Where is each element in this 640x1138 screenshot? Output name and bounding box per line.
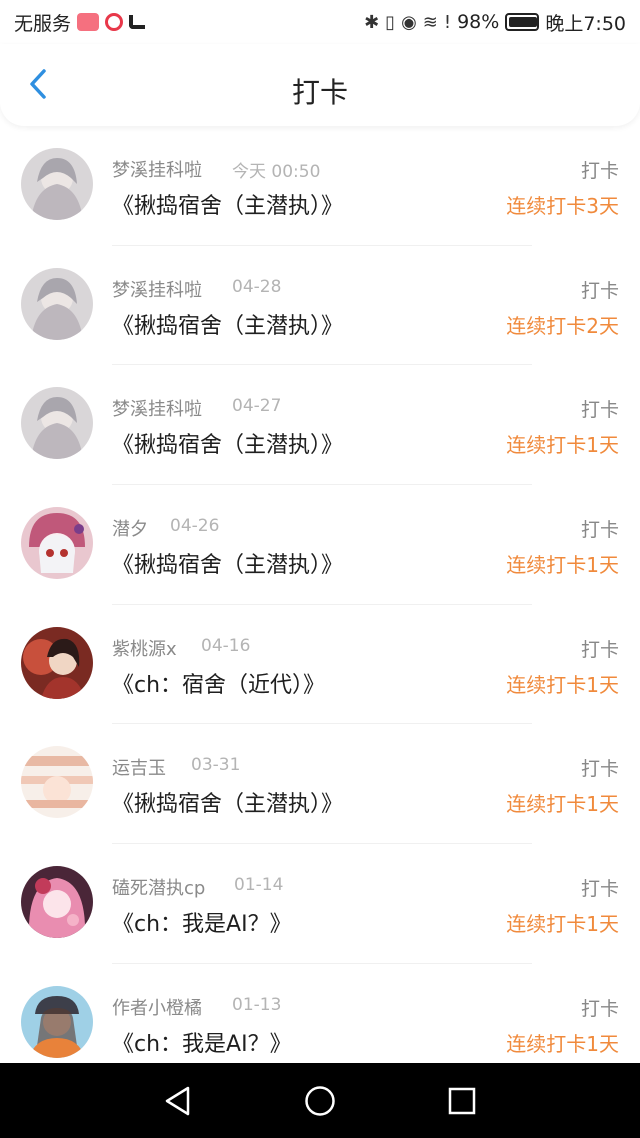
eye-comfort-icon: ◉ bbox=[401, 11, 417, 33]
username[interactable]: 作者小橙橘 bbox=[112, 994, 202, 1020]
streak-text: 连续打卡1天 bbox=[506, 433, 619, 458]
streak-text: 连续打卡1天 bbox=[506, 792, 619, 817]
app-notification-icon bbox=[129, 15, 146, 29]
list-item[interactable]: 梦溪挂科啦 今天 00:50 《揪捣宿舍（主潜执）》 打卡 连续打卡3天 bbox=[0, 126, 640, 246]
avatar[interactable] bbox=[21, 746, 93, 819]
list-item[interactable]: 磕死潜执cp 01-14 《ch：我是AI？》 打卡 连续打卡1天 bbox=[0, 844, 640, 964]
alert-icon: ! bbox=[443, 11, 452, 33]
checkin-time: 04-26 bbox=[170, 516, 220, 537]
avatar[interactable] bbox=[21, 985, 93, 1058]
streak-text: 连续打卡1天 bbox=[506, 912, 619, 937]
streak-text: 连续打卡3天 bbox=[506, 194, 619, 218]
checkin-type: 打卡 bbox=[580, 758, 619, 781]
list-item[interactable]: 潜夕 04-26 《揪捣宿舍（主潜执）》 打卡 连续打卡1天 bbox=[0, 485, 640, 605]
vibrate-icon: ▯ bbox=[385, 11, 396, 33]
book-title[interactable]: 《揪捣宿舍（主潜执）》 bbox=[112, 427, 343, 459]
avatar[interactable] bbox=[21, 626, 93, 699]
app-notification-icon bbox=[105, 13, 124, 31]
page-title: 打卡 bbox=[291, 76, 348, 109]
checkin-time: 04-28 bbox=[232, 276, 282, 297]
nav-back-button[interactable] bbox=[156, 1079, 200, 1123]
username[interactable]: 梦溪挂科啦 bbox=[112, 395, 202, 421]
battery-icon bbox=[505, 13, 540, 31]
checkin-time: 04-27 bbox=[232, 396, 282, 417]
streak-text: 连续打卡1天 bbox=[506, 1031, 619, 1056]
avatar[interactable] bbox=[21, 866, 93, 939]
clock-text: 晚上7:50 bbox=[545, 12, 626, 35]
book-title[interactable]: 《揪捣宿舍（主潜执）》 bbox=[112, 786, 343, 818]
streak-text: 连续打卡1天 bbox=[506, 672, 619, 697]
username[interactable]: 梦溪挂科啦 bbox=[112, 156, 202, 182]
wifi-icon: ≋ bbox=[422, 11, 438, 33]
avatar[interactable] bbox=[21, 148, 93, 220]
username[interactable]: 梦溪挂科啦 bbox=[112, 276, 202, 302]
username[interactable]: 磕死潜执cp bbox=[112, 874, 205, 900]
battery-percent: 98% bbox=[457, 11, 500, 33]
streak-text: 连续打卡1天 bbox=[506, 553, 619, 578]
square-recents-icon bbox=[448, 1087, 476, 1115]
list-item[interactable]: 梦溪挂科啦 04-28 《揪捣宿舍（主潜执）》 打卡 连续打卡2天 bbox=[0, 246, 640, 366]
checkin-type: 打卡 bbox=[580, 399, 619, 422]
carrier-text: 无服务 bbox=[14, 12, 72, 35]
checkin-type: 打卡 bbox=[580, 519, 619, 542]
book-title[interactable]: 《ch：我是AI？》 bbox=[112, 906, 292, 938]
checkin-list: 梦溪挂科啦 今天 00:50 《揪捣宿舍（主潜执）》 打卡 连续打卡3天 梦溪挂… bbox=[0, 126, 640, 1084]
avatar[interactable] bbox=[21, 267, 93, 340]
avatar[interactable] bbox=[21, 507, 93, 580]
checkin-type: 打卡 bbox=[580, 878, 619, 901]
system-nav-bar bbox=[0, 1063, 640, 1138]
book-title[interactable]: 《ch：宿舍（近代）》 bbox=[112, 667, 325, 699]
bluetooth-icon: ✱ bbox=[364, 11, 380, 33]
status-right: ✱ ▯ ◉ ≋ ! 98% 晚上7:50 bbox=[364, 9, 626, 36]
checkin-time: 04-16 bbox=[201, 635, 251, 656]
username[interactable]: 紫桃源x bbox=[112, 635, 177, 661]
checkin-type: 打卡 bbox=[580, 638, 619, 661]
checkin-type: 打卡 bbox=[580, 160, 619, 182]
checkin-type: 打卡 bbox=[580, 997, 619, 1020]
book-title[interactable]: 《揪捣宿舍（主潜执）》 bbox=[112, 308, 343, 340]
triangle-back-icon bbox=[165, 1086, 190, 1116]
status-bar: 无服务 ✱ ▯ ◉ ≋ ! 98% 晚上7:50 bbox=[0, 0, 640, 44]
checkin-time: 今天 00:50 bbox=[232, 162, 321, 182]
list-item[interactable]: 紫桃源x 04-16 《ch：宿舍（近代）》 打卡 连续打卡1天 bbox=[0, 605, 640, 725]
book-title[interactable]: 《揪捣宿舍（主潜执）》 bbox=[112, 547, 343, 579]
username[interactable]: 运吉玉 bbox=[112, 754, 166, 780]
checkin-time: 01-13 bbox=[232, 994, 282, 1015]
list-item[interactable]: 运吉玉 03-31 《揪捣宿舍（主潜执）》 打卡 连续打卡1天 bbox=[0, 724, 640, 845]
checkin-type: 打卡 bbox=[580, 279, 619, 302]
checkin-time: 03-31 bbox=[191, 755, 241, 776]
circle-home-icon bbox=[305, 1086, 335, 1116]
avatar[interactable] bbox=[21, 387, 93, 460]
book-title[interactable]: 《揪捣宿舍（主潜执）》 bbox=[112, 188, 343, 220]
nav-recents-button[interactable] bbox=[440, 1079, 484, 1123]
status-left: 无服务 bbox=[14, 9, 146, 36]
nav-home-button[interactable] bbox=[298, 1079, 342, 1123]
checkin-time: 01-14 bbox=[234, 875, 284, 896]
header: 打卡 bbox=[0, 44, 640, 126]
streak-text: 连续打卡2天 bbox=[506, 313, 619, 338]
book-title[interactable]: 《ch：我是AI？》 bbox=[112, 1026, 292, 1058]
username[interactable]: 潜夕 bbox=[112, 515, 148, 541]
list-item[interactable]: 梦溪挂科啦 04-27 《揪捣宿舍（主潜执）》 打卡 连续打卡1天 bbox=[0, 365, 640, 486]
app-notification-icon bbox=[77, 13, 100, 31]
